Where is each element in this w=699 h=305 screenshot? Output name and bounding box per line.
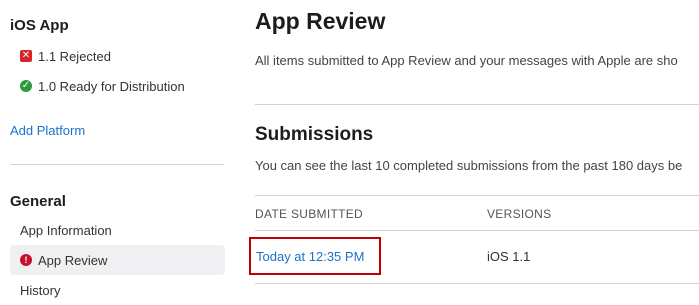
general-section-title: General (10, 193, 66, 210)
check-circle-icon: ✓ (20, 80, 32, 92)
version-item-1-1[interactable]: ✕ 1.1 Rejected (20, 46, 111, 66)
add-platform-link[interactable]: Add Platform (10, 123, 85, 138)
column-header-versions[interactable]: VERSIONS (487, 207, 551, 221)
table-header-divider (255, 230, 699, 231)
sidebar-item-label: App Information (20, 222, 112, 238)
submissions-heading: Submissions (255, 124, 374, 145)
sidebar-divider (10, 164, 224, 165)
sidebar: iOS App ✕ 1.1 Rejected ✓ 1.0 Ready for D… (0, 0, 235, 298)
sidebar-item-app-information[interactable]: App Information (10, 215, 225, 245)
page-description: All items submitted to App Review and yo… (255, 53, 678, 68)
submission-date-link[interactable]: Today at 12:35 PM (256, 249, 364, 264)
main-content: App Review All items submitted to App Re… (249, 0, 699, 292)
sidebar-item-label: App Review (38, 252, 108, 268)
table-top-divider (255, 195, 699, 196)
section-divider (255, 104, 699, 105)
app-section-title: iOS App (10, 17, 69, 34)
version-item-1-0[interactable]: ✓ 1.0 Ready for Distribution (20, 76, 185, 96)
submission-versions: iOS 1.1 (487, 249, 531, 264)
sidebar-item-label: History (20, 282, 61, 298)
submissions-description: You can see the last 10 completed submis… (255, 158, 683, 173)
table-row-divider (255, 283, 699, 284)
rejected-icon: ✕ (20, 50, 32, 62)
version-label: 1.0 Ready for Distribution (38, 78, 185, 94)
sidebar-item-app-review[interactable]: ! App Review (10, 245, 225, 275)
column-header-date-submitted[interactable]: DATE SUBMITTED (255, 207, 363, 221)
page-title: App Review (255, 8, 386, 34)
alert-icon: ! (20, 254, 32, 266)
sidebar-item-history[interactable]: History (10, 275, 225, 305)
version-label: 1.1 Rejected (38, 48, 111, 64)
